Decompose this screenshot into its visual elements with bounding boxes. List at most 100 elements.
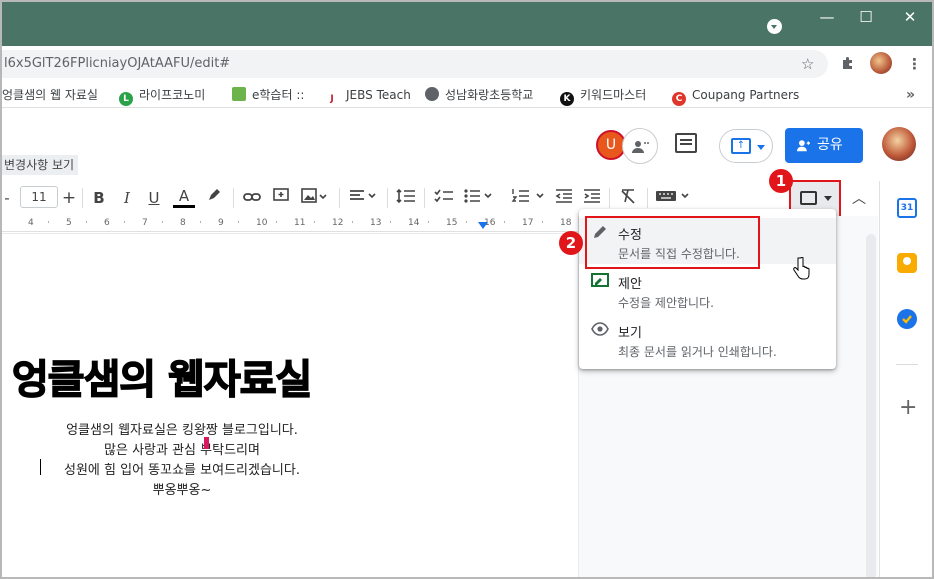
ruler-tick-label: 12 <box>332 218 344 228</box>
ruler-tick-label: 4 <box>28 218 34 228</box>
ruler-tick-label: 15 <box>446 218 458 228</box>
person-icon <box>797 140 810 152</box>
bookmark-item[interactable]: 성남화랑초등학교 <box>425 85 533 105</box>
share-button[interactable]: 공유 <box>785 128 863 163</box>
tab-search-icon[interactable] <box>767 19 782 34</box>
comment-history-icon[interactable] <box>675 133 697 153</box>
suggest-icon <box>591 273 609 291</box>
bookmark-icon: J <box>324 92 340 106</box>
insert-comment-icon[interactable] <box>272 188 290 208</box>
globe-icon <box>425 87 439 101</box>
bookmark-item[interactable]: 엉클샘의 웹 자료실 <box>2 85 98 105</box>
calendar-icon[interactable]: 31 <box>897 198 917 218</box>
close-button[interactable]: ✕ <box>892 6 928 28</box>
hand-cursor-icon <box>792 256 810 286</box>
bookmark-label: JEBS Teach <box>346 88 411 102</box>
menu-item-view[interactable]: 보기 최종 문서를 읽거나 인쇄합니다. <box>579 316 836 362</box>
toolbar-divider <box>339 188 340 208</box>
line-spacing-icon[interactable] <box>395 188 417 208</box>
docs-header: 변경사항 보기 U ↑ 공유 <box>2 109 932 181</box>
ruler-tick: · <box>351 218 354 228</box>
document-line[interactable]: 많은 사랑과 관심 부탁드리며 <box>2 439 362 458</box>
browser-profile-avatar[interactable] <box>870 52 892 74</box>
present-icon: ↑ <box>731 138 751 154</box>
underline-button[interactable]: U <box>145 188 163 208</box>
ruler-tick-label: 14 <box>408 218 420 228</box>
chevron-down-icon <box>824 196 832 201</box>
decrease-font-size-button[interactable]: - <box>2 188 12 208</box>
ruler-tick-label: 6 <box>104 218 110 228</box>
menu-item-title: 보기 <box>618 326 642 341</box>
bookmark-label: 라이프코노미 <box>139 88 206 102</box>
account-avatar[interactable] <box>882 127 916 161</box>
checklist-icon[interactable] <box>433 188 455 208</box>
keep-icon[interactable] <box>897 253 917 273</box>
ruler-tick-label: 7 <box>142 218 148 228</box>
menu-item-title: 제안 <box>618 277 642 292</box>
collaborator-add-icon[interactable] <box>622 128 658 164</box>
address-bar-row: l6x5GlT26FPlicniayOJAtAAFU/edit# ☆ ⋮ <box>2 46 932 82</box>
link-icon[interactable] <box>242 188 262 208</box>
toolbar-divider <box>609 188 610 208</box>
browser-menu-icon[interactable]: ⋮ <box>907 55 922 73</box>
document-line[interactable]: 엉클샘의 웹자료실은 킹왕짱 블로그입니다. <box>2 419 362 438</box>
document-page[interactable] <box>2 233 578 577</box>
ruler-tick-label: 5 <box>66 218 72 228</box>
ruler-tick: · <box>123 218 126 228</box>
bulleted-list-icon[interactable] <box>463 188 495 208</box>
bookmark-item[interactable]: J JEBS Teach <box>324 85 411 106</box>
bookmark-item[interactable]: K 키워드마스터 <box>560 85 647 106</box>
see-changes-link[interactable]: 변경사항 보기 <box>2 155 79 175</box>
toolbar-divider <box>387 188 388 208</box>
maximize-button[interactable]: ☐ <box>848 6 884 28</box>
numbered-list-icon[interactable] <box>510 188 546 208</box>
ruler-tick: · <box>389 218 392 228</box>
italic-button[interactable]: I <box>118 188 136 208</box>
add-addon-icon[interactable]: + <box>899 395 917 420</box>
bookmark-icon: C <box>672 92 686 106</box>
bookmark-item[interactable]: e학습터 :: <box>232 85 304 105</box>
side-panel-divider <box>896 364 918 365</box>
more-bookmarks-icon[interactable]: » <box>906 85 915 105</box>
increase-font-size-button[interactable]: + <box>60 188 78 208</box>
share-label: 공유 <box>817 137 843 153</box>
document-line[interactable]: 성원에 힘 입어 똥꼬쇼를 보여드리겠습니다. <box>2 459 362 478</box>
toolbar-divider <box>424 188 425 208</box>
collapse-menu-icon[interactable]: ︿ <box>852 188 866 208</box>
bookmark-icon: L <box>119 92 133 106</box>
side-panel: 31 + <box>879 181 932 577</box>
ruler-tick: · <box>85 218 88 228</box>
bookmarks-bar: 엉클샘의 웹 자료실 L 라이프코노미 e학습터 :: J JEBS Teach 성… <box>2 82 932 108</box>
bookmark-icon <box>232 87 246 101</box>
menu-item-description: 최종 문서를 읽거나 인쇄합니다. <box>618 345 777 359</box>
present-button[interactable]: ↑ <box>719 129 773 163</box>
ruler-tick-label: 8 <box>180 218 186 228</box>
ruler-tick: · <box>199 218 202 228</box>
bookmark-item[interactable]: L 라이프코노미 <box>119 85 206 106</box>
star-icon[interactable]: ☆ <box>801 55 814 73</box>
tasks-icon[interactable] <box>897 309 917 329</box>
bookmark-item[interactable]: C Coupang Partners <box>672 85 799 106</box>
scrollbar[interactable] <box>866 234 876 577</box>
ruler-tick: · <box>161 218 164 228</box>
document-title[interactable]: 엉클샘의 웹자료실 <box>11 347 313 405</box>
text-caret <box>40 459 41 475</box>
document-line[interactable]: 뿌옹뿌옹~ <box>2 479 362 498</box>
ruler-tick: · <box>465 218 468 228</box>
highlight-pen-icon[interactable] <box>205 188 223 208</box>
bookmark-label: 키워드마스터 <box>580 88 647 102</box>
align-icon[interactable] <box>348 188 380 208</box>
bold-button[interactable]: B <box>90 188 108 208</box>
font-size-input[interactable]: 11 <box>20 186 58 208</box>
url-field[interactable]: l6x5GlT26FPlicniayOJAtAAFU/edit# <box>2 50 828 78</box>
input-tools-icon[interactable] <box>655 188 691 208</box>
eye-icon <box>591 322 609 340</box>
increase-indent-icon[interactable] <box>582 188 602 208</box>
insert-image-icon[interactable] <box>300 188 330 208</box>
clear-formatting-icon[interactable] <box>617 188 639 208</box>
extensions-icon[interactable] <box>840 55 856 75</box>
decrease-indent-icon[interactable] <box>554 188 574 208</box>
indent-marker[interactable] <box>478 222 488 229</box>
text-color-button[interactable]: A <box>173 188 195 208</box>
minimize-button[interactable]: — <box>809 6 845 28</box>
